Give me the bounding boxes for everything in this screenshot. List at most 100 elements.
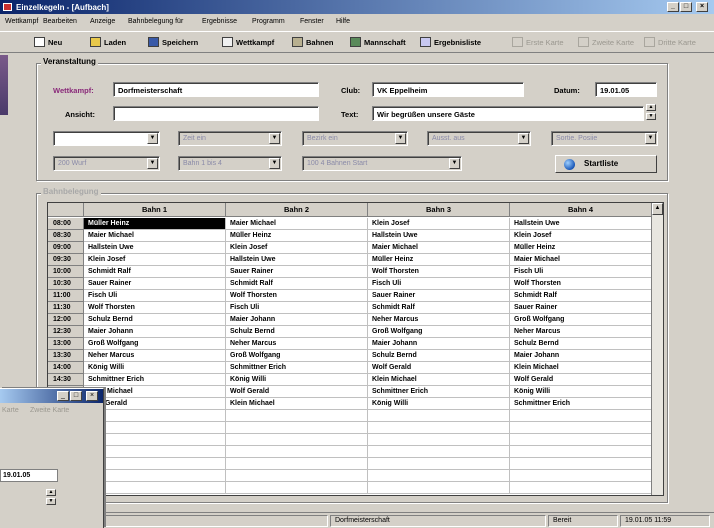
grid-cell-bahn-4[interactable]: Schmidt Ralf [510,290,652,302]
table-row[interactable]: 10:00 Schmidt Ralf Sauer Rainer Wolf Thorst… [48,266,652,278]
grid-cell-bahn-3[interactable] [368,422,510,434]
grid-cell-bahn-3[interactable]: König Willi [368,398,510,410]
combo-zeit[interactable]: Zeit ein ▼ [178,131,282,146]
grid-cell-bahn-3[interactable] [368,482,510,494]
grid-cell-bahn-3[interactable]: Hallstein Uwe [368,230,510,242]
grid-cell-bahn-3[interactable]: Neher Marcus [368,314,510,326]
neu-button[interactable]: Neu [34,35,62,51]
grid-cell-bahn-2[interactable]: König Willi [226,374,368,386]
menu-fenster[interactable]: Fenster [300,18,324,25]
grid-cell-bahn-4[interactable] [510,410,652,422]
grid-cell-bahn-3[interactable] [368,458,510,470]
grid-cell-bahn-3[interactable]: Müller Heinz [368,254,510,266]
table-row[interactable]: 13:30 Neher Marcus Groß Wolfgang Schulz Ber… [48,350,652,362]
zweite-karte-button[interactable]: Zweite Karte [578,35,634,51]
grid-cell-bahn-3[interactable]: Groß Wolfgang [368,326,510,338]
grid-cell-bahn-1[interactable]: Maier Michael [84,230,226,242]
combo-start[interactable]: 100 4 Bahnen Start ▼ [302,156,462,171]
grid-cell-bahn-4[interactable] [510,434,652,446]
grid-cell-bahn-1[interactable] [84,458,226,470]
table-row[interactable] [48,458,652,470]
maximize-icon[interactable]: □ [680,2,692,12]
grid-cell-bahn-4[interactable]: Klein Michael [510,362,652,374]
chevron-down-icon[interactable]: ▼ [269,158,280,169]
grid-cell-bahn-2[interactable]: Müller Heinz [226,230,368,242]
table-row[interactable] [48,410,652,422]
spin-down-icon[interactable]: ▼ [46,498,56,505]
grid-cell-bahn-3[interactable]: Schmidt Ralf [368,302,510,314]
grid-cell-bahn-2[interactable] [226,422,368,434]
grid-cell-bahn-1[interactable] [84,446,226,458]
startliste-button[interactable]: Startliste [555,155,657,173]
grid-cell-bahn-4[interactable]: Klein Josef [510,230,652,242]
chevron-down-icon[interactable]: ▼ [269,133,280,144]
menu-wettkampf[interactable]: Wettkampf [5,18,38,25]
second-window-date-field[interactable]: 19.01.05 [0,469,58,482]
table-row[interactable]: 13:00 Groß Wolfgang Neher Marcus Maier Joha… [48,338,652,350]
grid-cell-bahn-1[interactable]: Hallstein Uwe [84,242,226,254]
grid-cell-bahn-2[interactable]: Sauer Rainer [226,266,368,278]
grid-cell-bahn-1[interactable]: Sauer Rainer [84,278,226,290]
grid-cell-bahn-3[interactable]: Schmittner Erich [368,386,510,398]
grid-cell-bahn-1[interactable] [84,470,226,482]
grid-cell-bahn-1[interactable]: Klein Michael [84,386,226,398]
table-row[interactable] [48,446,652,458]
chevron-down-icon[interactable]: ▼ [645,133,656,144]
menu-ergebnisse[interactable]: Ergebnisse [202,18,237,25]
grid-cell-bahn-3[interactable]: Klein Josef [368,218,510,230]
grid-cell-bahn-4[interactable]: Schmittner Erich [510,398,652,410]
grid-cell-bahn-2[interactable] [226,434,368,446]
grid-cell-bahn-1[interactable] [84,410,226,422]
grid-cell-bahn-1[interactable]: König Willi [84,362,226,374]
grid-cell-bahn-1[interactable]: Wolf Gerald [84,398,226,410]
grid-cell-bahn-2[interactable]: Wolf Thorsten [226,290,368,302]
grid-cell-bahn-3[interactable]: Fisch Uli [368,278,510,290]
grid-cell-bahn-4[interactable]: Fisch Uli [510,266,652,278]
menu-hilfe[interactable]: Hilfe [336,18,350,25]
grid-scrollbar[interactable]: ▲ [651,203,663,495]
grid-cell-bahn-4[interactable]: Schulz Bernd [510,338,652,350]
table-row[interactable] [48,434,652,446]
table-row[interactable]: 08:00 Müller Heinz Maier Michael Klein Jose… [48,218,652,230]
table-row[interactable]: 10:30 Sauer Rainer Schmidt Ralf Fisch Uli Wo… [48,278,652,290]
table-row[interactable] [48,470,652,482]
table-row[interactable]: 15:30Wolf GeraldKlein MichaelKönig Willi… [48,398,652,410]
grid-cell-bahn-3[interactable]: Klein Michael [368,374,510,386]
grid-cell-bahn-2[interactable] [226,458,368,470]
combo-bahn[interactable]: Bahn 1 bis 4 ▼ [178,156,282,171]
table-row[interactable]: 14:00 König Willi Schmittner Erich Wolf Ger… [48,362,652,374]
minimize-icon[interactable]: _ [57,391,69,401]
minimize-icon[interactable]: _ [667,2,679,12]
menu-bahnbelegung[interactable]: Bahnbelegung für [128,18,183,25]
scroll-up-icon[interactable]: ▲ [652,203,663,215]
grid-cell-bahn-4[interactable]: Wolf Gerald [510,374,652,386]
grid-cell-bahn-4[interactable] [510,482,652,494]
grid-cell-bahn-1[interactable]: Schmidt Ralf [84,266,226,278]
mannschaft-button[interactable]: Mannschaft [350,35,406,51]
table-row[interactable] [48,482,652,494]
table-row[interactable]: 09:00 Hallstein Uwe Klein Josef Maier Micha… [48,242,652,254]
grid-cell-bahn-4[interactable]: König Willi [510,386,652,398]
grid-cell-bahn-1[interactable] [84,434,226,446]
close-icon[interactable]: × [696,2,708,12]
combo-wurf[interactable]: 200 Wurf ▼ [53,156,160,171]
grid-cell-bahn-2[interactable] [226,446,368,458]
spin-up-icon[interactable]: ▲ [646,104,656,111]
grid-header-bahn-1[interactable]: Bahn 1 [84,203,226,217]
grid-cell-bahn-2[interactable]: Hallstein Uwe [226,254,368,266]
grid-cell-bahn-1[interactable]: Wolf Thorsten [84,302,226,314]
bahnen-button[interactable]: Bahnen [292,35,334,51]
grid-cell-bahn-2[interactable]: Schulz Bernd [226,326,368,338]
grid-cell-bahn-2[interactable] [226,470,368,482]
grid-header-bahn-4[interactable]: Bahn 4 [510,203,652,217]
grid-cell-bahn-2[interactable]: Fisch Uli [226,302,368,314]
grid-cell-bahn-1[interactable]: Fisch Uli [84,290,226,302]
grid-cell-bahn-4[interactable] [510,470,652,482]
menu-programm[interactable]: Programm [252,18,285,25]
grid-cell-bahn-2[interactable]: Schmidt Ralf [226,278,368,290]
ansicht-field[interactable] [113,106,319,121]
chevron-down-icon[interactable]: ▼ [147,133,158,144]
speichern-button[interactable]: Speichern [148,35,198,51]
grid-cell-bahn-2[interactable] [226,482,368,494]
table-row[interactable]: 09:30 Klein Josef Hallstein Uwe Müller Hein… [48,254,652,266]
